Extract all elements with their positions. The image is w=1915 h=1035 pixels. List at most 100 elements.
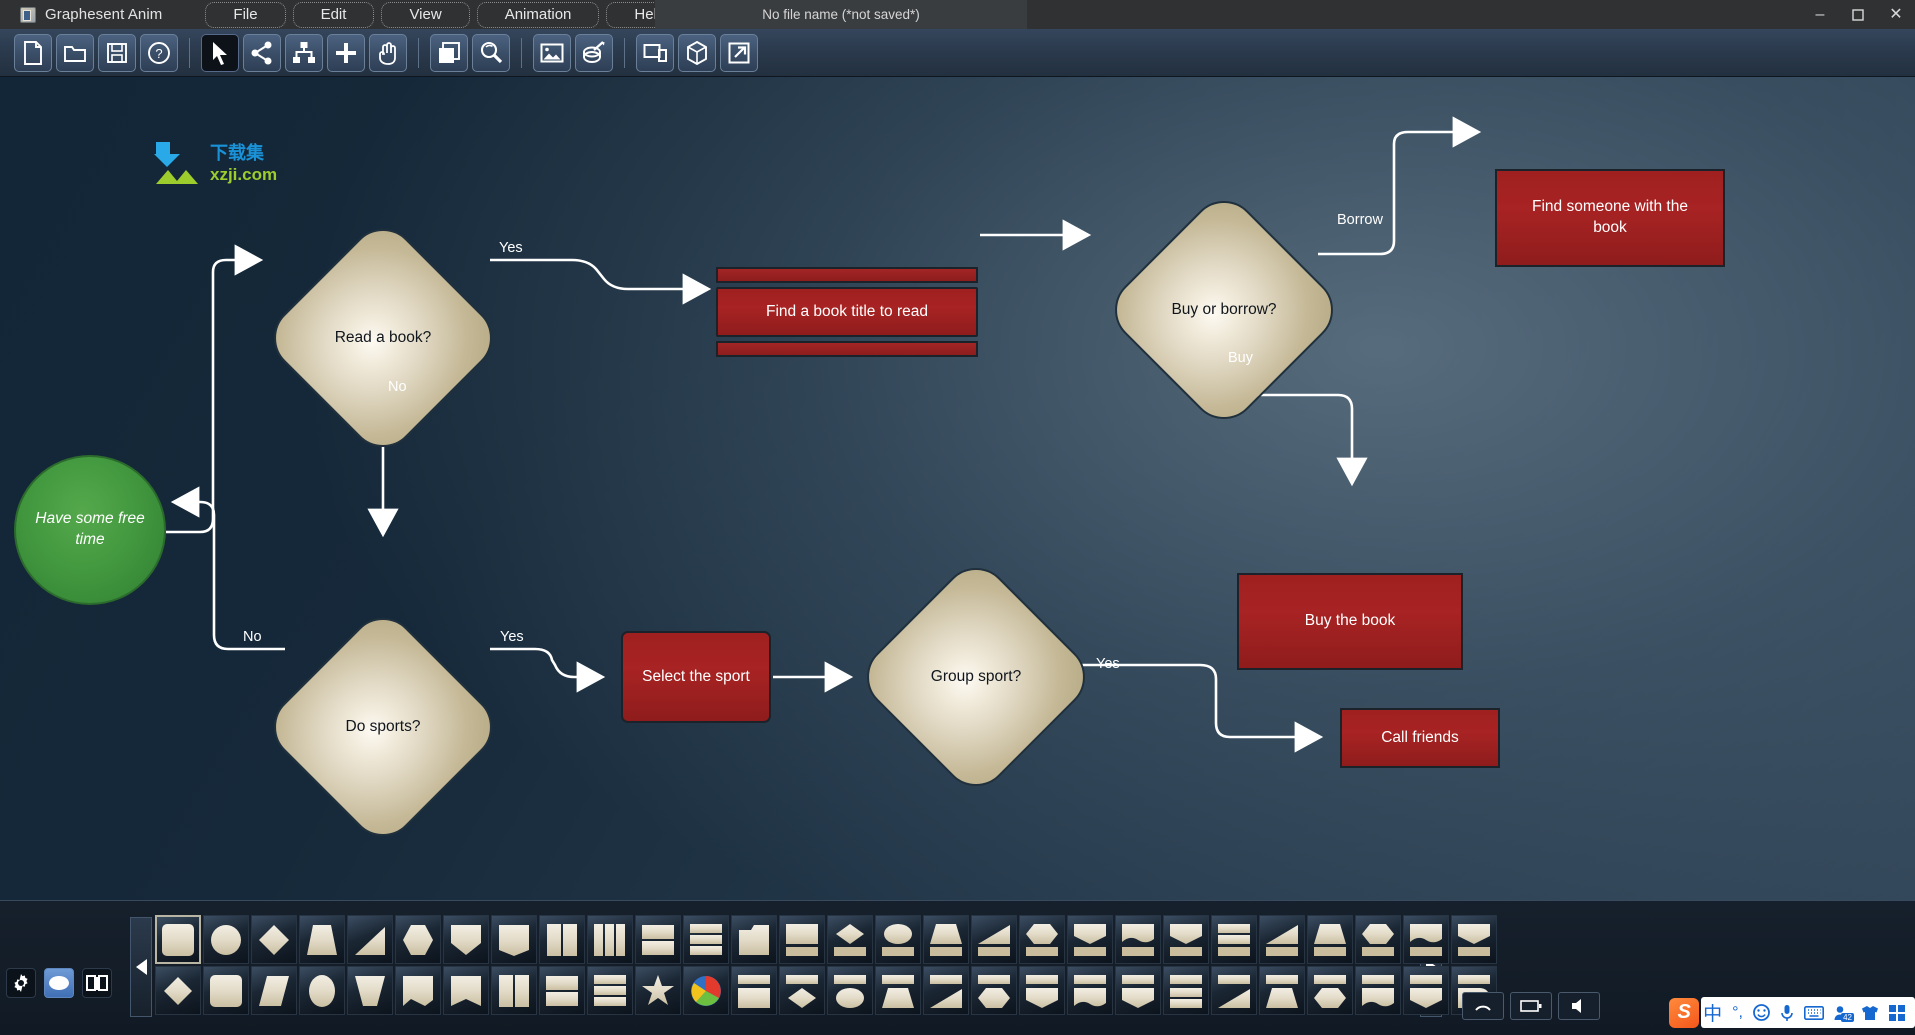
shape-cell-circle-bottom[interactable]	[827, 966, 873, 1015]
close-button[interactable]: ✕	[1877, 0, 1915, 29]
shape-cell-pentagon-notch[interactable]	[443, 966, 489, 1015]
account-icon[interactable]: 42	[1834, 1005, 1854, 1022]
shape-cell-trapezoid[interactable]	[299, 915, 345, 964]
minimize-button[interactable]: –	[1801, 0, 1839, 29]
new-file-icon[interactable]	[14, 33, 52, 72]
shape-cell-split-vertical-3[interactable]	[587, 915, 633, 964]
shape-cell-pennant-bottom[interactable]	[1019, 966, 1065, 1015]
shape-cell-split-horiz-grid[interactable]	[587, 966, 633, 1015]
shape-cell-wave-banner[interactable]	[1115, 915, 1161, 964]
punctuation-icon[interactable]: °,	[1732, 1004, 1743, 1022]
emoji-icon[interactable]	[1753, 1004, 1770, 1021]
shape-cell-star[interactable]	[635, 966, 681, 1015]
node-have-some-free-time[interactable]: Have some free time	[14, 455, 166, 605]
shape-cell-right-triangle-slant[interactable]	[347, 915, 393, 964]
shape-cell-hexagon[interactable]	[395, 915, 441, 964]
presentation-screen-icon[interactable]	[636, 33, 674, 72]
save-disk-icon[interactable]	[98, 33, 136, 72]
shape-cell-rounded-square[interactable]	[155, 915, 201, 964]
shape-cell-hexagon-bottom-2[interactable]	[1307, 966, 1353, 1015]
shape-cell-split-horizontal-3[interactable]	[683, 915, 729, 964]
image-picture-icon[interactable]	[533, 33, 571, 72]
shape-cell-trapezoid-bottom[interactable]	[875, 966, 921, 1015]
sogou-logo-icon[interactable]: S	[1669, 997, 1700, 1028]
skin-shirt-icon[interactable]	[1861, 1005, 1879, 1021]
shape-cell-wave-top-banner[interactable]	[1403, 915, 1449, 964]
shape-cell-chevron-bottom[interactable]	[1115, 966, 1161, 1015]
keyboard-icon[interactable]	[1804, 1005, 1824, 1020]
shape-cell-pie-color[interactable]	[683, 966, 729, 1015]
shape-cell-wave-bottom[interactable]	[395, 966, 441, 1015]
shape-cell-rounded-rect[interactable]	[203, 966, 249, 1015]
shape-cell-hexagon-top-banner[interactable]	[1355, 915, 1401, 964]
menu-item-file[interactable]: File	[205, 1, 286, 28]
shape-cell-chevron-banner[interactable]	[1163, 915, 1209, 964]
hand-pan-icon[interactable]	[369, 33, 407, 72]
shape-cell-slant-bottom-2[interactable]	[1211, 966, 1257, 1015]
shape-cell-slant-top-banner[interactable]	[1259, 915, 1305, 964]
shape-cell-hexagon-bottom[interactable]	[971, 966, 1017, 1015]
shape-cell-inverted-trapezoid[interactable]	[347, 966, 393, 1015]
help-question-icon[interactable]: ?	[140, 33, 178, 72]
cube-3d-icon[interactable]	[678, 33, 716, 72]
shape-cell-parallelogram[interactable]	[251, 966, 297, 1015]
menu-item-animation[interactable]: Animation	[476, 1, 600, 28]
cursor-select-icon[interactable]	[201, 33, 239, 72]
tray-icon-volume[interactable]	[1558, 992, 1600, 1020]
paint-bucket-icon[interactable]	[575, 33, 613, 72]
shape-cell-pennant-banner[interactable]	[1067, 915, 1113, 964]
diagram-canvas[interactable]: 下载集 xzji.com Have some free time Read a …	[0, 77, 1915, 979]
menu-item-view[interactable]: View	[381, 1, 470, 28]
shape-cell-banner-top[interactable]	[779, 915, 825, 964]
shape-cell-trapezoid-banner[interactable]	[923, 915, 969, 964]
shape-style-icon[interactable]	[44, 968, 74, 998]
open-book-icon[interactable]	[82, 968, 112, 998]
shape-cell-hexagon-banner[interactable]	[1019, 915, 1065, 964]
shape-cell-wave-bottom-2[interactable]	[1067, 966, 1113, 1015]
node-body[interactable]: Find a book title to read	[716, 287, 978, 337]
shape-cell-oval-tall[interactable]	[299, 966, 345, 1015]
shape-cell-split-horiz-lines[interactable]	[539, 966, 585, 1015]
menu-item-edit[interactable]: Edit	[292, 1, 375, 28]
layers-copy-icon[interactable]	[430, 33, 468, 72]
apps-grid-icon[interactable]	[1889, 1004, 1905, 1021]
shape-cell-slant-bottom[interactable]	[923, 966, 969, 1015]
shape-cell-split-vert-2[interactable]	[491, 966, 537, 1015]
open-folder-icon[interactable]	[56, 33, 94, 72]
node-bottom-handle-bar[interactable]	[716, 341, 978, 357]
shape-cell-chevron-top-banner[interactable]	[1451, 915, 1497, 964]
shape-cell-banner-bottom[interactable]	[731, 966, 777, 1015]
shape-cell-circle[interactable]	[203, 915, 249, 964]
shape-cell-folder-tab[interactable]	[731, 915, 777, 964]
shape-cell-chevron-bottom-2[interactable]	[1403, 966, 1449, 1015]
shape-cell-circle-banner[interactable]	[875, 915, 921, 964]
export-arrow-icon[interactable]	[720, 33, 758, 72]
shape-cell-pennant[interactable]	[443, 915, 489, 964]
tray-icon-battery[interactable]	[1510, 992, 1552, 1020]
shape-cell-diamond-bottom[interactable]	[779, 966, 825, 1015]
shape-cell-diamond-solid[interactable]	[155, 966, 201, 1015]
maximize-button[interactable]	[1839, 0, 1877, 29]
shape-cell-document-wave[interactable]	[491, 915, 537, 964]
shape-cell-trapezoid-top-banner[interactable]	[1307, 915, 1353, 964]
shape-cell-slant-banner[interactable]	[971, 915, 1017, 964]
hierarchy-tree-icon[interactable]	[285, 33, 323, 72]
settings-gear-icon[interactable]	[6, 968, 36, 998]
node-find-a-book-title[interactable]: Find a book title to read	[716, 267, 978, 359]
scroll-left-arrow[interactable]	[130, 917, 152, 1017]
shape-cell-trapezoid-bottom-2[interactable]	[1259, 966, 1305, 1015]
node-select-the-sport[interactable]: Select the sport	[621, 631, 771, 723]
shape-cell-wave-bottom-3[interactable]	[1355, 966, 1401, 1015]
shape-cell-diamond-banner[interactable]	[827, 915, 873, 964]
share-nodes-icon[interactable]	[243, 33, 281, 72]
node-call-friends[interactable]: Call friends	[1340, 708, 1500, 768]
node-top-handle-bar[interactable]	[716, 267, 978, 283]
shape-cell-split-banner[interactable]	[1211, 915, 1257, 964]
chinese-mode-icon[interactable]: 中	[1703, 999, 1722, 1026]
shape-cell-split-vertical[interactable]	[539, 915, 585, 964]
zoom-refresh-icon[interactable]	[472, 33, 510, 72]
microphone-icon[interactable]	[1780, 1004, 1794, 1022]
plus-add-icon[interactable]	[327, 33, 365, 72]
shape-cell-split-bottom[interactable]	[1163, 966, 1209, 1015]
node-find-someone-with-book[interactable]: Find someone with the book	[1495, 169, 1725, 267]
